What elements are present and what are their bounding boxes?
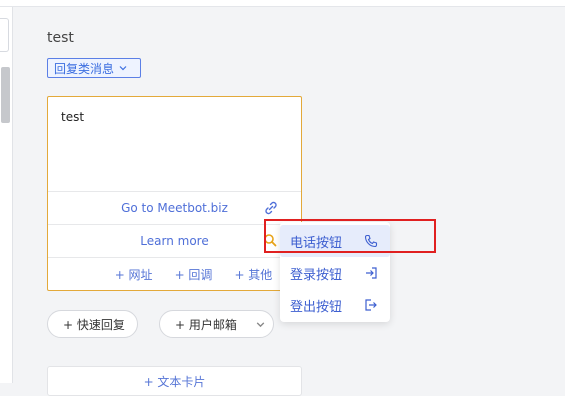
page-title: test [47, 30, 74, 46]
chevron-down-icon [256, 321, 265, 327]
add-callback-button[interactable]: + 回调 [175, 266, 213, 283]
scrollbar-thumb[interactable] [1, 67, 10, 123]
quick-reply-label: + 快速回复 [63, 317, 125, 332]
link-button-label: Go to Meetbot.biz [121, 201, 228, 215]
phone-button-label: 电话按钮 [290, 235, 343, 251]
text-card-button[interactable]: + 文本卡片 [47, 366, 302, 396]
user-email-label: + 用户邮箱 [175, 317, 237, 332]
user-email-dropdown[interactable]: + 用户邮箱 [159, 310, 274, 338]
logout-button-label: 登出按钮 [290, 299, 343, 315]
link-button-row[interactable]: Go to Meetbot.biz [48, 191, 301, 224]
logout-icon [365, 299, 377, 311]
phone-icon [364, 234, 378, 248]
login-button-label: 登录按钮 [290, 267, 343, 283]
quick-reply-button[interactable]: + 快速回复 [47, 310, 138, 338]
add-url-button[interactable]: + 网址 [115, 266, 153, 283]
learn-more-row[interactable]: Learn more [48, 224, 301, 257]
message-text[interactable]: test [61, 110, 84, 124]
chevron-down-icon [119, 66, 127, 71]
logout-button-option[interactable]: 登出按钮 [280, 289, 390, 321]
link-icon[interactable] [263, 200, 279, 216]
text-card-label: + 文本卡片 [143, 375, 206, 389]
message-type-label: 回复类消息 [54, 61, 115, 76]
add-other-button[interactable]: + 其他 [234, 266, 272, 283]
phone-button-option[interactable]: 电话按钮 [280, 225, 390, 257]
login-button-option[interactable]: 登录按钮 [280, 257, 390, 289]
login-icon [366, 267, 377, 279]
button-type-popup-menu: 电话按钮 登录按钮 登出按钮 [280, 222, 390, 322]
collapsed-panel-box[interactable] [0, 18, 9, 52]
message-card: test Go to Meetbot.biz Learn more + 网址 +… [47, 96, 331, 291]
left-panel [0, 7, 13, 383]
search-icon [264, 234, 277, 247]
learn-more-label: Learn more [140, 234, 209, 248]
message-type-dropdown[interactable]: 回复类消息 [47, 58, 141, 78]
top-bar [0, 0, 565, 7]
